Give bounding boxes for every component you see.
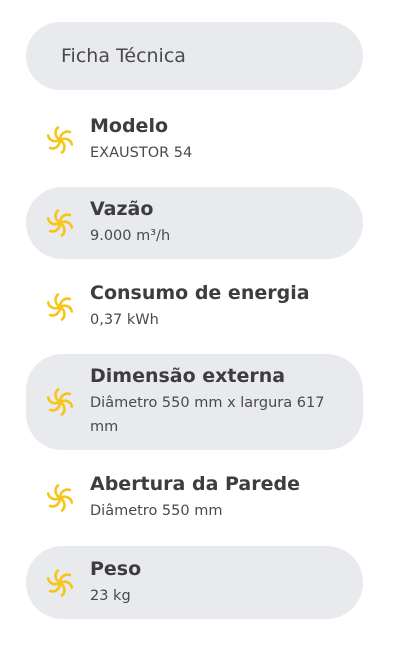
spec-item-peso: Peso 23 kg <box>26 546 363 619</box>
spec-item-vazao: Vazão 9.000 m³/h <box>26 187 363 259</box>
fan-icon <box>44 482 76 514</box>
spec-value: Diâmetro 550 mm <box>90 503 223 519</box>
fan-icon <box>44 567 76 599</box>
spec-item-abertura: Abertura da Parede Diâmetro 550 mm <box>26 462 363 534</box>
fan-icon <box>44 207 76 239</box>
spec-value: 23 kg <box>90 587 131 604</box>
spec-value: 0,37 kWh <box>90 312 159 328</box>
fan-icon <box>44 291 76 323</box>
spec-item-consumo: Consumo de energia 0,37 kWh <box>26 271 363 343</box>
spec-label: Consumo de energia <box>90 282 310 304</box>
spec-item-modelo: Modelo EXAUSTOR 54 <box>26 104 363 176</box>
section-header: Ficha Técnica <box>26 22 363 90</box>
spec-value: EXAUSTOR 54 <box>90 145 193 161</box>
spec-label: Peso <box>90 557 142 580</box>
spec-label: Modelo <box>90 115 169 137</box>
section-title: Ficha Técnica <box>61 45 186 67</box>
fan-icon <box>44 124 76 156</box>
spec-value: Diâmetro 550 mm x largura 617 mm <box>90 395 325 435</box>
spec-label: Dimensão externa <box>90 365 286 387</box>
fan-icon <box>44 386 76 418</box>
spec-label: Abertura da Parede <box>90 473 300 495</box>
spec-label: Vazão <box>90 198 154 220</box>
spec-item-dimensao: Dimensão externa Diâmetro 550 mm x largu… <box>26 354 363 450</box>
spec-value: 9.000 m³/h <box>90 228 171 244</box>
